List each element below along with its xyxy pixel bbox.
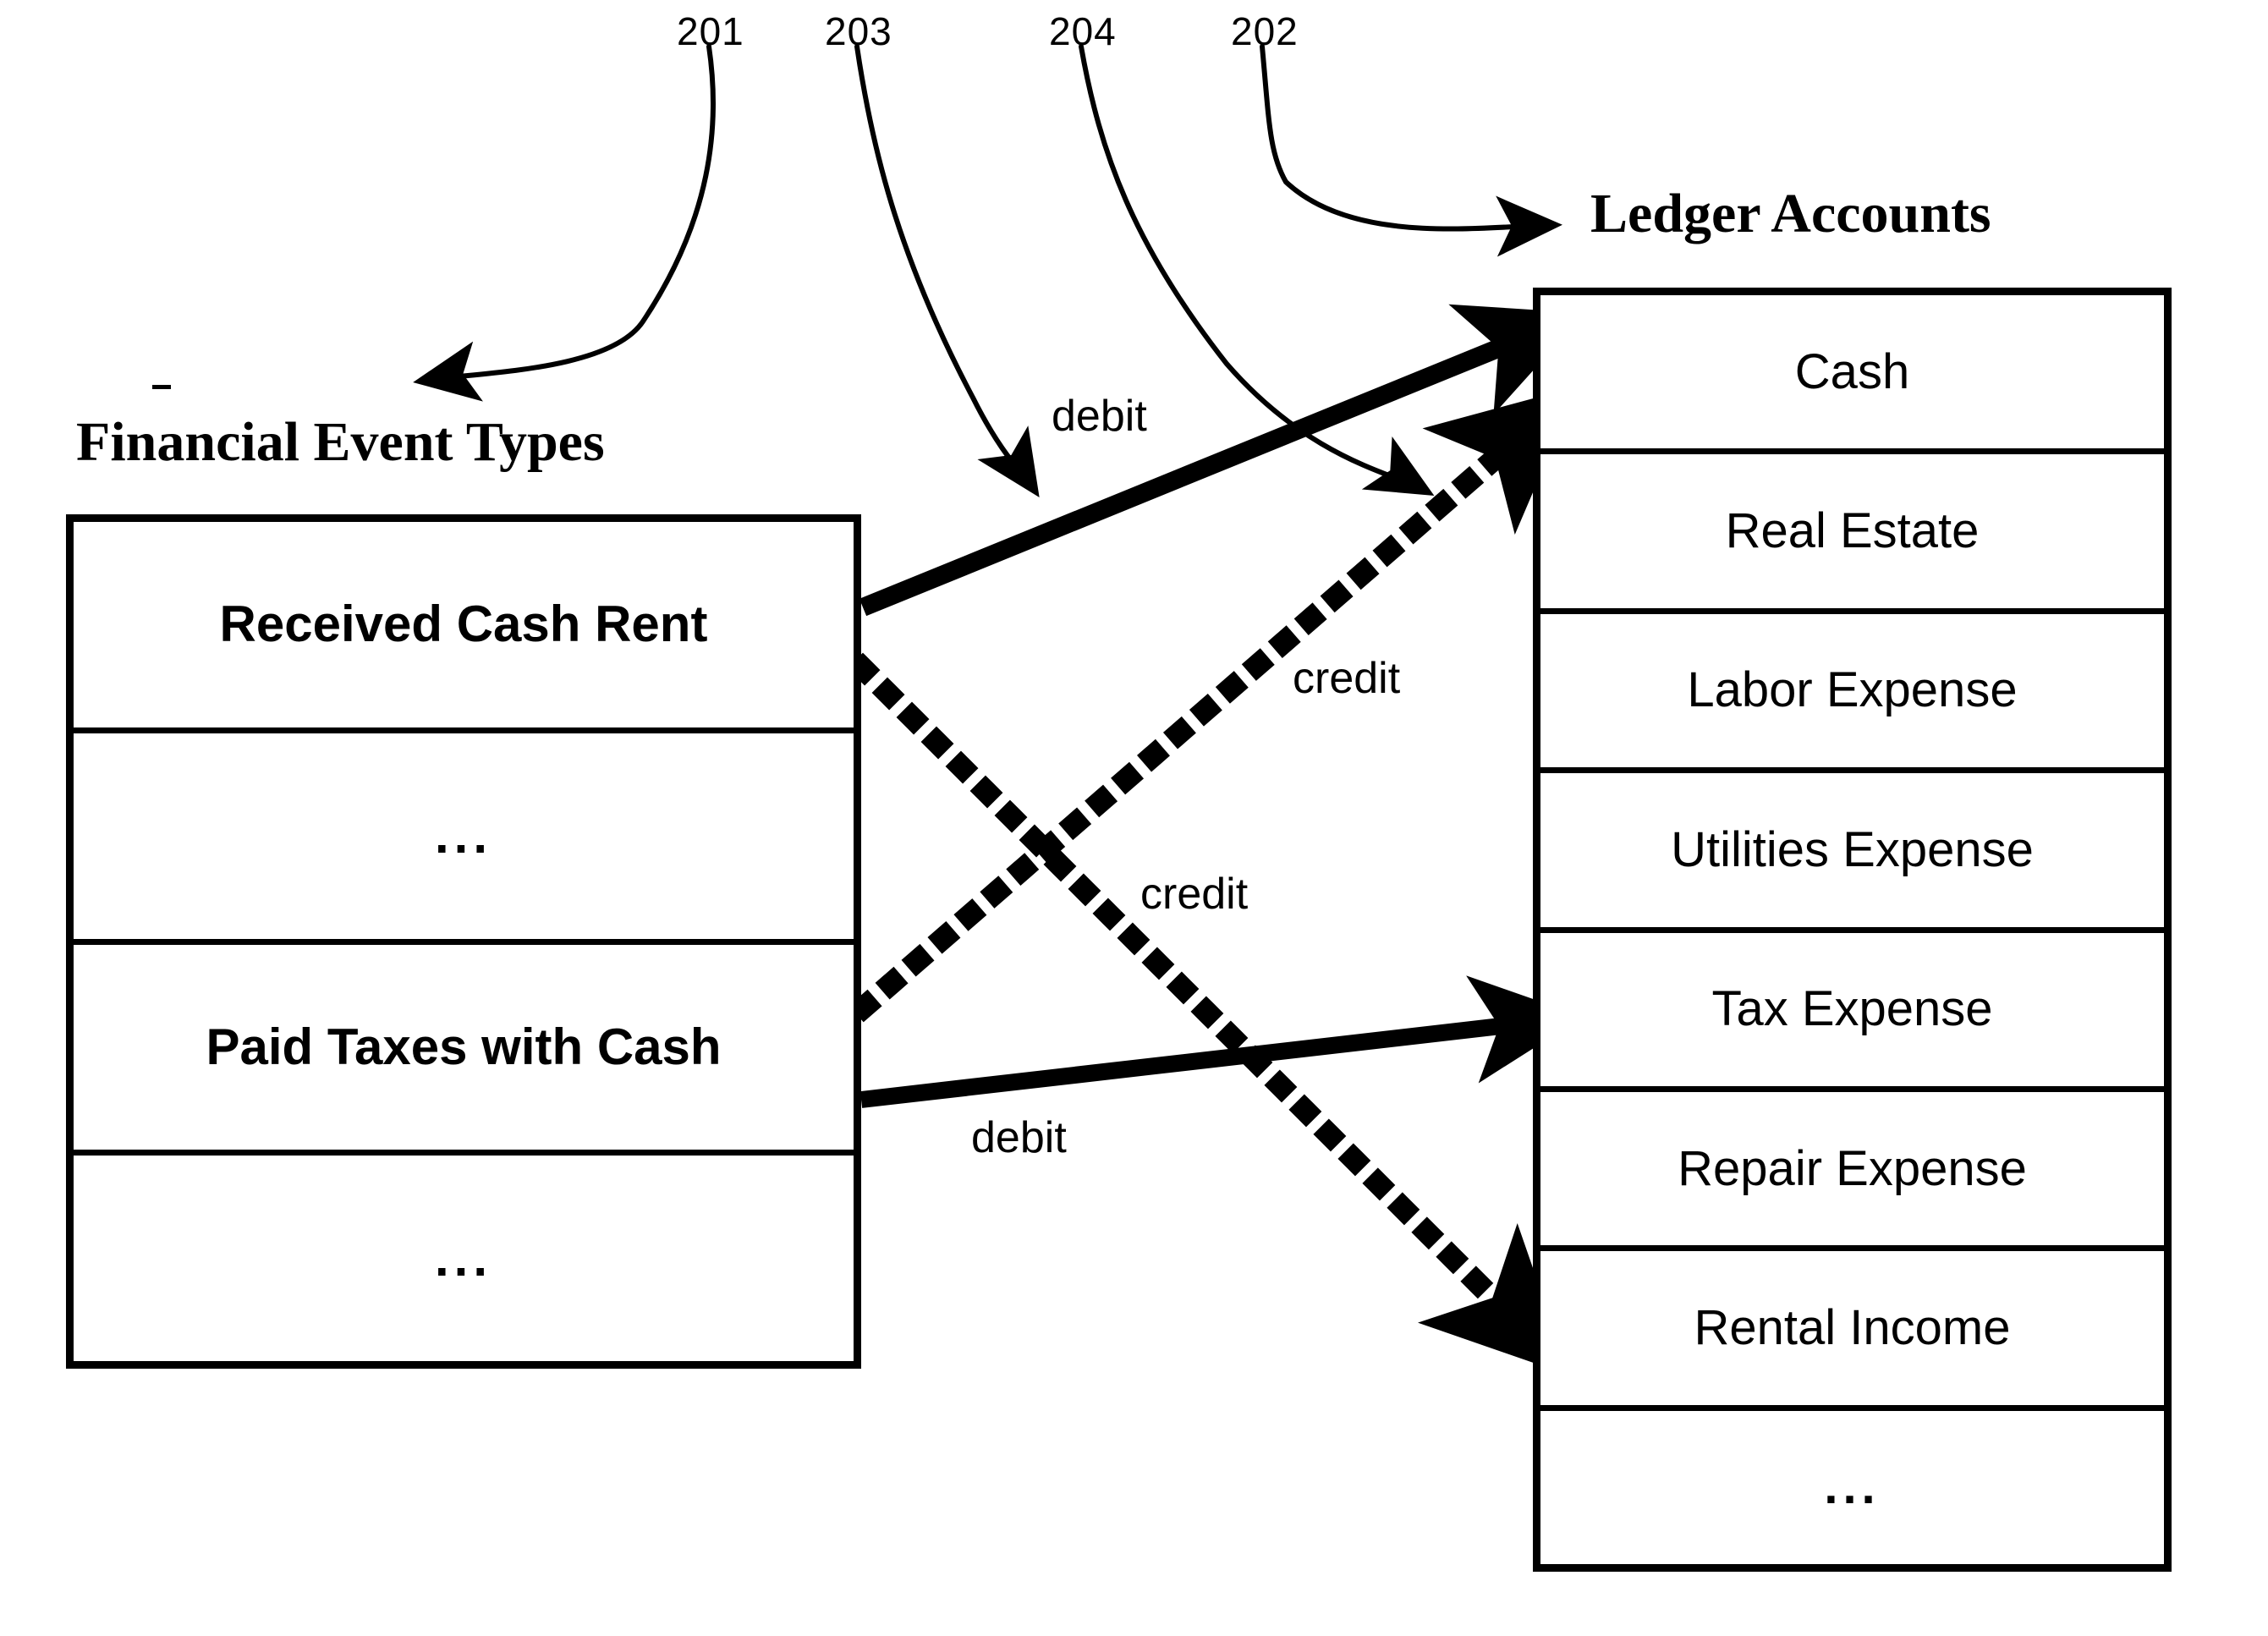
financial-event-types-table: Received Cash Rent ... Paid Taxes with C…	[66, 514, 861, 1369]
reference-numeral-204: 204	[1049, 9, 1117, 53]
connector-tax-debit-taxexpense	[859, 975, 1584, 1108]
scan-artifact-tick	[152, 385, 171, 389]
ledger-account-label-cash: Cash	[1794, 343, 1910, 399]
table-row[interactable]: ...	[74, 1156, 854, 1361]
ledger-account-label-rental-income: Rental Income	[1694, 1299, 2011, 1355]
connector-rent-credit-rental	[847, 652, 1571, 1376]
table-row[interactable]: ...	[1540, 1410, 2164, 1564]
edge-label-credit-tax-to-cash: credit	[1293, 654, 1401, 703]
leader-line-202	[1260, 44, 1562, 257]
ledger-account-label-tax-expense: Tax Expense	[1711, 981, 1993, 1037]
ledger-accounts-table: Cash Real Estate Labor Expense Utilities…	[1533, 288, 2172, 1572]
table-row[interactable]: Cash	[1540, 295, 2164, 455]
table-row[interactable]: ...	[74, 733, 854, 945]
connector-tax-credit-cash	[848, 386, 1579, 1023]
leader-line-203	[854, 44, 1040, 497]
ledger-account-label-ellipsis: ...	[1824, 1459, 1881, 1515]
event-type-label-ellipsis-top: ...	[434, 807, 492, 865]
event-type-label-ellipsis-bottom: ...	[434, 1229, 492, 1287]
edge-label-credit-rent-to-rental-income: credit	[1140, 870, 1249, 919]
ledger-account-label-labor-expense: Labor Expense	[1687, 662, 2018, 718]
ledger-accounts-caption: Ledger Accounts	[1590, 183, 1991, 244]
event-types-caption: Financial Event Types	[76, 411, 605, 473]
table-row[interactable]: Utilities Expense	[1540, 773, 2164, 933]
patent-figure: Cash --> Cash --> Rental Income --> Tax …	[0, 0, 2268, 1636]
event-type-label-received-cash-rent: Received Cash Rent	[219, 596, 708, 653]
reference-numeral-201: 201	[677, 9, 744, 53]
table-row[interactable]: Repair Expense	[1540, 1091, 2164, 1252]
edge-label-debit-tax-to-tax-expense: debit	[971, 1113, 1067, 1162]
leader-line-201	[413, 44, 716, 402]
table-row[interactable]: Paid Taxes with Cash	[74, 944, 854, 1156]
table-row[interactable]: Labor Expense	[1540, 613, 2164, 774]
table-row[interactable]: Received Cash Rent	[74, 522, 854, 733]
table-row[interactable]: Tax Expense	[1540, 932, 2164, 1092]
ledger-account-label-real-estate: Real Estate	[1725, 503, 1980, 559]
event-type-label-paid-taxes-with-cash: Paid Taxes with Cash	[206, 1018, 722, 1075]
reference-numeral-202: 202	[1231, 9, 1299, 53]
ledger-account-label-utilities-expense: Utilities Expense	[1671, 821, 2034, 877]
edge-label-debit-rent-to-cash: debit	[1052, 392, 1147, 441]
reference-numeral-203: 203	[825, 9, 892, 53]
table-row[interactable]: Rental Income	[1540, 1251, 2164, 1411]
table-row[interactable]: Real Estate	[1540, 454, 2164, 614]
ledger-account-label-repair-expense: Repair Expense	[1678, 1140, 2027, 1196]
